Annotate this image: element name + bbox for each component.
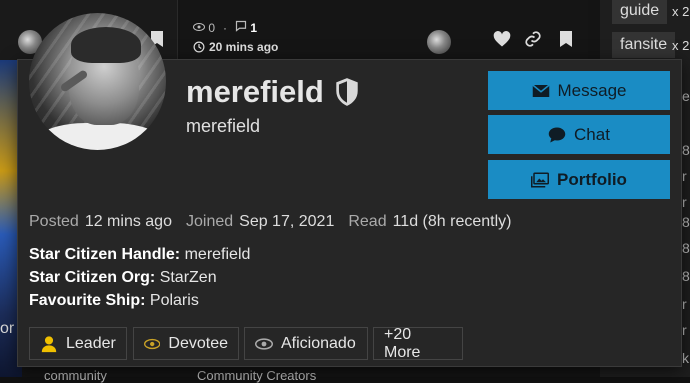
tag-guide-count: x 2: [672, 4, 689, 19]
eye-icon: [144, 335, 160, 353]
sidebar-text: r: [682, 296, 687, 312]
sidebar-text: r: [682, 194, 687, 210]
portfolio-button[interactable]: Portfolio: [488, 160, 670, 199]
sidebar-text: 8: [682, 240, 690, 256]
tag-fansite[interactable]: fansite: [612, 32, 675, 58]
username-text: merefield: [186, 74, 324, 110]
chat-button-label: Chat: [574, 125, 610, 145]
field-label: Star Citizen Handle:: [29, 246, 180, 263]
message-button-label: Message: [558, 81, 627, 101]
field-value: merefield: [185, 246, 251, 263]
badge-devotee[interactable]: Devotee: [133, 327, 239, 360]
category-peek-text: Community Creators: [197, 368, 316, 383]
joined-value: Sep 17, 2021: [239, 213, 334, 231]
tag-fansite-count: x 2: [672, 38, 689, 53]
sidebar-text: e: [682, 88, 690, 104]
badge-label: +20 More: [384, 326, 452, 362]
left-peek-text-2: community: [44, 368, 107, 383]
post-time: 20 mins ago: [193, 40, 278, 54]
link-icon[interactable]: [524, 30, 542, 48]
sidebar-text: r: [682, 322, 687, 338]
shield-icon: [334, 77, 360, 107]
posted-label: Posted: [29, 213, 79, 231]
envelope-icon: [532, 82, 550, 100]
chat-bubble-icon: [548, 126, 566, 144]
user-stats: Posted 12 mins ago Joined Sep 17, 2021 R…: [29, 213, 511, 231]
badge-label: Aficionado: [281, 335, 356, 353]
sidebar-text: 8: [682, 142, 690, 158]
message-button[interactable]: Message: [488, 71, 670, 110]
user-card-name: merefield: [186, 116, 260, 137]
user-field-handle: Star Citizen Handle: merefield: [29, 246, 250, 264]
badge-label: Devotee: [168, 335, 228, 353]
post-time-text: 20 mins ago: [209, 40, 278, 54]
user-icon: [40, 335, 58, 353]
badge-leader[interactable]: Leader: [29, 327, 127, 360]
heart-icon[interactable]: [493, 30, 511, 48]
field-label: Favourite Ship:: [29, 292, 145, 309]
posted-value[interactable]: 12 mins ago: [85, 213, 172, 231]
views-stat: 0: [193, 21, 215, 35]
read-label: Read: [348, 213, 386, 231]
replies-count: 1: [250, 21, 257, 35]
replies-stat: 1: [235, 20, 257, 35]
sidebar-text: 8: [682, 214, 690, 230]
chat-button[interactable]: Chat: [488, 115, 670, 154]
eye-icon: [193, 22, 205, 32]
sidebar-text: 8: [682, 268, 690, 284]
badge-label: Leader: [66, 335, 116, 353]
views-count: 0: [208, 21, 215, 35]
reply-avatar[interactable]: [427, 30, 451, 54]
sidebar-text: k: [682, 350, 689, 366]
user-field-org: Star Citizen Org: StarZen: [29, 269, 217, 287]
more-badges-button[interactable]: +20 More: [373, 327, 463, 360]
clock-icon: [193, 41, 205, 53]
post-meta: 0 · 1: [193, 20, 257, 35]
field-value: Polaris: [150, 292, 199, 309]
read-value: 11d (8h recently): [393, 213, 512, 231]
left-peek-text: or: [0, 320, 14, 338]
user-card-username[interactable]: merefield: [186, 74, 360, 110]
field-label: Star Citizen Org:: [29, 269, 155, 286]
bookmark-icon[interactable]: [557, 30, 575, 48]
user-card-avatar[interactable]: [29, 13, 166, 150]
images-icon: [531, 171, 549, 189]
sidebar-text: r: [682, 168, 687, 184]
comment-icon: [235, 20, 247, 32]
field-value: StarZen: [160, 269, 217, 286]
tag-guide[interactable]: guide: [612, 0, 667, 24]
joined-label: Joined: [186, 213, 233, 231]
badge-aficionado[interactable]: Aficionado: [244, 327, 368, 360]
portfolio-button-label: Portfolio: [557, 170, 627, 190]
user-field-ship: Favourite Ship: Polaris: [29, 292, 199, 310]
eye-icon: [255, 335, 273, 353]
